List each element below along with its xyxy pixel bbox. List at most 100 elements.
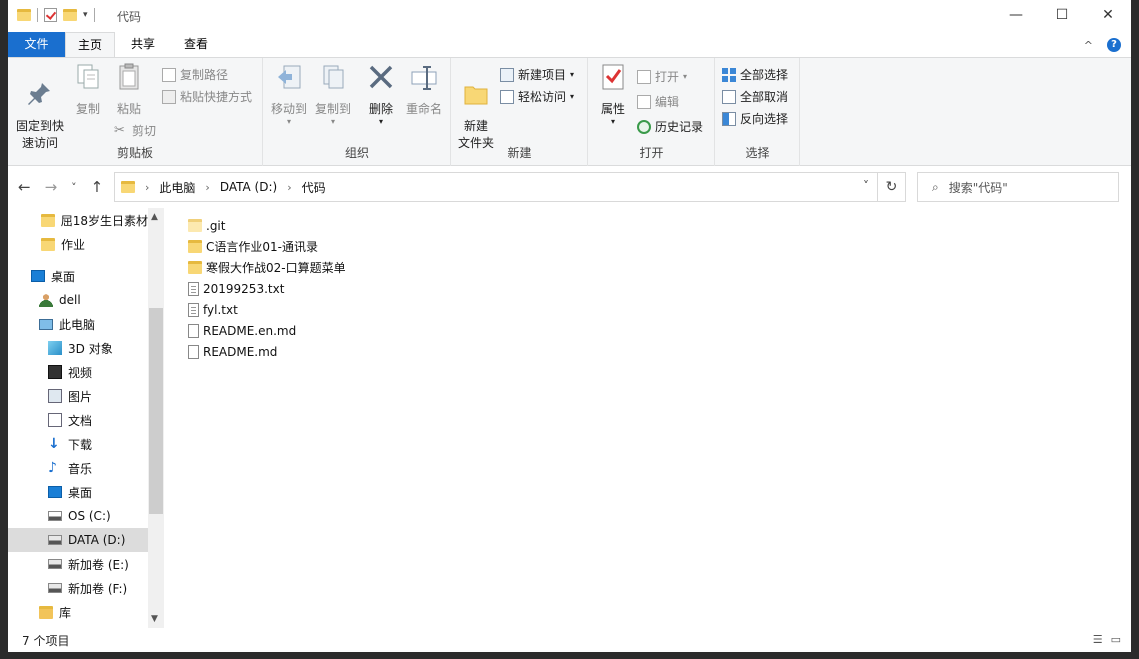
tab-home[interactable]: 主页 — [65, 32, 115, 57]
copy-button[interactable]: 复制 — [70, 62, 106, 118]
list-item[interactable]: 20199253.txt — [188, 278, 284, 299]
close-button[interactable]: ✕ — [1085, 0, 1131, 30]
sidebar-item[interactable]: 桌面 — [8, 480, 148, 504]
sidebar-item[interactable]: 新加卷 (E:) — [8, 552, 148, 576]
properties-icon — [602, 64, 624, 90]
sidebar-item[interactable]: 作业 — [8, 232, 148, 256]
collapse-ribbon-icon[interactable]: ^ — [1084, 39, 1093, 52]
select-all-button[interactable]: 全部选择 — [722, 66, 788, 83]
sidebar-item-label: dell — [59, 293, 81, 307]
copy-path-label: 复制路径 — [180, 68, 229, 82]
invert-selection-button[interactable]: 反向选择 — [722, 110, 788, 127]
properties-label: 属性 — [600, 102, 625, 116]
recent-locations-button[interactable]: ˅ — [71, 178, 77, 196]
sidebar-item[interactable]: 桌面 — [8, 264, 148, 288]
cut-button[interactable]: ✂ 剪切 — [114, 122, 156, 139]
sidebar-item[interactable]: 图片 — [8, 384, 148, 408]
copy-path-button[interactable]: 复制路径 — [162, 66, 228, 83]
scissors-icon: ✂ — [114, 122, 125, 138]
text-file-icon — [188, 281, 199, 296]
folder-icon — [188, 219, 202, 232]
list-item[interactable]: README.en.md — [188, 320, 296, 341]
paste-shortcut-button[interactable]: 粘贴快捷方式 — [162, 88, 252, 105]
new-folder-quick-icon[interactable] — [63, 9, 77, 21]
address-bar[interactable]: › 此电脑 › DATA (D:) › 代码 ˅ — [114, 172, 878, 202]
open-group-label: 打开 — [639, 146, 664, 160]
scroll-up-icon[interactable]: ▲ — [151, 212, 158, 222]
sidebar-item[interactable]: 新加卷 (F:) — [8, 576, 148, 600]
new-group-label: 新建 — [507, 146, 532, 160]
sidebar-item[interactable]: dell — [8, 288, 148, 312]
select-none-icon — [722, 89, 736, 104]
breadcrumb-current-folder[interactable]: 代码 — [302, 179, 326, 196]
pin-quick-access-button[interactable]: 固定到快 速访问 — [14, 62, 66, 152]
scrollbar-thumb[interactable] — [149, 308, 163, 514]
breadcrumb-separator[interactable]: › — [287, 181, 291, 194]
delete-button[interactable]: 删除 ▾ — [364, 62, 398, 126]
breadcrumb-data-drive[interactable]: DATA (D:) — [220, 180, 277, 194]
properties-quick-icon[interactable] — [44, 8, 57, 22]
list-item[interactable]: .git — [188, 215, 225, 236]
list-item[interactable]: 寒假大作战02-口算题菜单 — [188, 257, 346, 278]
sidebar-item[interactable]: 此电脑 — [8, 312, 148, 336]
tab-view[interactable]: 查看 — [172, 32, 220, 57]
maximize-button[interactable]: ☐ — [1039, 0, 1085, 30]
breadcrumb-separator[interactable]: › — [145, 181, 149, 194]
sidebar-item[interactable]: OS (C:) — [8, 504, 148, 528]
history-label: 历史记录 — [655, 120, 704, 134]
breadcrumb-this-pc[interactable]: 此电脑 — [159, 179, 195, 196]
sidebar-scrollbar[interactable]: ▲ ▼ — [148, 208, 164, 628]
properties-button[interactable]: 属性 ▾ — [593, 62, 633, 126]
pin-icon — [28, 83, 50, 105]
list-item[interactable]: README.md — [188, 341, 277, 362]
file-name: 20199253.txt — [203, 281, 285, 296]
help-icon[interactable]: ? — [1107, 38, 1121, 52]
sidebar-item[interactable]: 视频 — [8, 360, 148, 384]
customize-toolbar-chevron-icon[interactable]: ▾ — [83, 10, 88, 20]
details-view-icon[interactable]: ☰ — [1093, 633, 1103, 646]
back-button[interactable]: ← — [18, 178, 31, 196]
new-item-button[interactable]: 新建项目 ▾ — [500, 66, 574, 83]
list-item[interactable]: fyl.txt — [188, 299, 238, 320]
sidebar-item[interactable]: 文档 — [8, 408, 148, 432]
ribbon: 固定到快 速访问 复制 粘贴 复制路径 粘贴快捷方式 ✂ 剪切 剪贴板 移动到 … — [8, 57, 1131, 166]
tab-file[interactable]: 文件 — [8, 32, 65, 57]
breadcrumb-separator[interactable]: › — [205, 181, 209, 194]
minimize-button[interactable]: — — [993, 0, 1039, 30]
open-button[interactable]: 打开 ▾ — [637, 68, 687, 85]
picture-icon — [48, 389, 62, 403]
sidebar-item[interactable]: ♪ 音乐 — [8, 456, 148, 480]
new-folder-button[interactable]: 新建 文件夹 — [456, 62, 496, 152]
search-placeholder: 搜索"代码" — [948, 180, 1008, 195]
address-dropdown-button[interactable]: ˅ — [863, 179, 869, 193]
history-button[interactable]: 历史记录 — [637, 118, 703, 135]
scroll-down-icon[interactable]: ▼ — [151, 614, 158, 624]
sidebar-item[interactable]: ↓ 下载 — [8, 432, 148, 456]
refresh-button[interactable]: ↻ — [878, 172, 906, 202]
paste-button[interactable]: 粘贴 — [111, 62, 147, 118]
rename-button[interactable]: 重命名 — [402, 62, 446, 118]
easy-access-button[interactable]: 轻松访问 ▾ — [500, 88, 574, 105]
file-name: README.md — [203, 344, 278, 359]
move-to-button[interactable]: 移动到 ▾ — [268, 62, 310, 126]
file-icon — [188, 344, 199, 359]
copy-to-button[interactable]: 复制到 ▾ — [312, 62, 354, 126]
large-icons-view-icon[interactable]: ▭ — [1111, 633, 1121, 646]
sidebar-item[interactable]: DATA (D:) — [8, 528, 148, 552]
tab-share[interactable]: 共享 — [120, 32, 166, 57]
search-input[interactable]: ⌕ 搜索"代码" — [917, 172, 1119, 202]
edit-button[interactable]: 编辑 — [637, 93, 679, 110]
select-none-label: 全部取消 — [740, 90, 789, 104]
new-item-icon — [500, 67, 514, 82]
item-count: 7 个项目 — [22, 634, 70, 648]
sidebar-item[interactable]: 库 — [8, 600, 148, 624]
list-item[interactable]: C语言作业01-通讯录 — [188, 236, 318, 257]
up-button[interactable]: ↑ — [91, 178, 104, 196]
sidebar-item[interactable]: 屈18岁生日素材 — [8, 208, 148, 232]
sidebar-item[interactable]: 3D 对象 — [8, 336, 148, 360]
forward-button[interactable]: → — [45, 178, 58, 196]
select-none-button[interactable]: 全部取消 — [722, 88, 788, 105]
sidebar-item-label: 库 — [59, 605, 72, 620]
navigation-bar: ← → ˅ ↑ › 此电脑 › DATA (D:) › 代码 ˅ ↻ ⌕ 搜索"… — [8, 166, 1131, 208]
open-group: 属性 ▾ 打开 ▾ 编辑 历史记录 打开 — [589, 58, 715, 166]
